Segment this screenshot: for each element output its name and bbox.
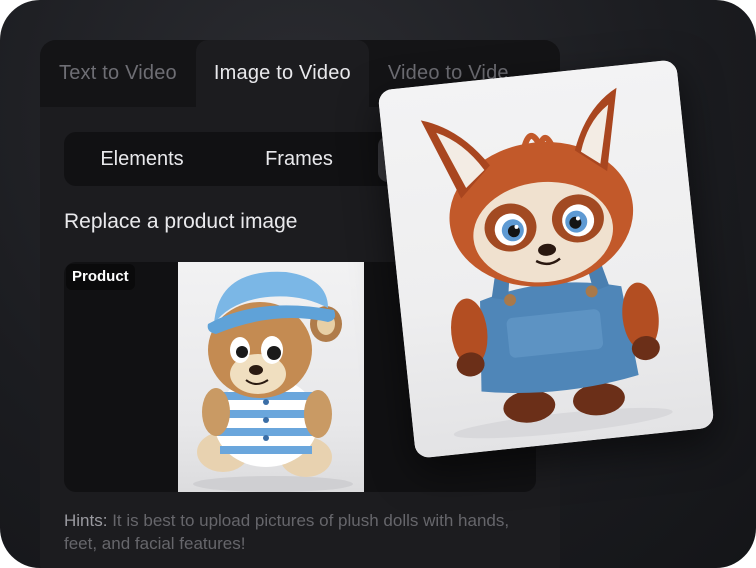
product-badge: Product bbox=[66, 264, 135, 290]
plush-fox-illustration bbox=[420, 87, 673, 439]
segment-frames[interactable]: Frames bbox=[220, 132, 378, 186]
plush-bear-illustration bbox=[193, 271, 353, 492]
app-frame: Text to Video Image to Video Video to Vi… bbox=[0, 0, 756, 568]
tab-text-to-video[interactable]: Text to Video bbox=[40, 40, 196, 107]
tab-image-to-video[interactable]: Image to Video bbox=[195, 40, 369, 107]
plush-bear-image bbox=[178, 262, 364, 492]
segment-elements[interactable]: Elements bbox=[64, 132, 220, 186]
plush-fox-image bbox=[377, 59, 715, 459]
hint-label: Hints: bbox=[64, 511, 108, 530]
generated-result-card bbox=[377, 59, 715, 459]
section-heading: Replace a product image bbox=[64, 210, 298, 233]
hint-text: It is best to upload pictures of plush d… bbox=[64, 511, 510, 553]
upload-hint: Hints: It is best to upload pictures of … bbox=[64, 509, 534, 555]
